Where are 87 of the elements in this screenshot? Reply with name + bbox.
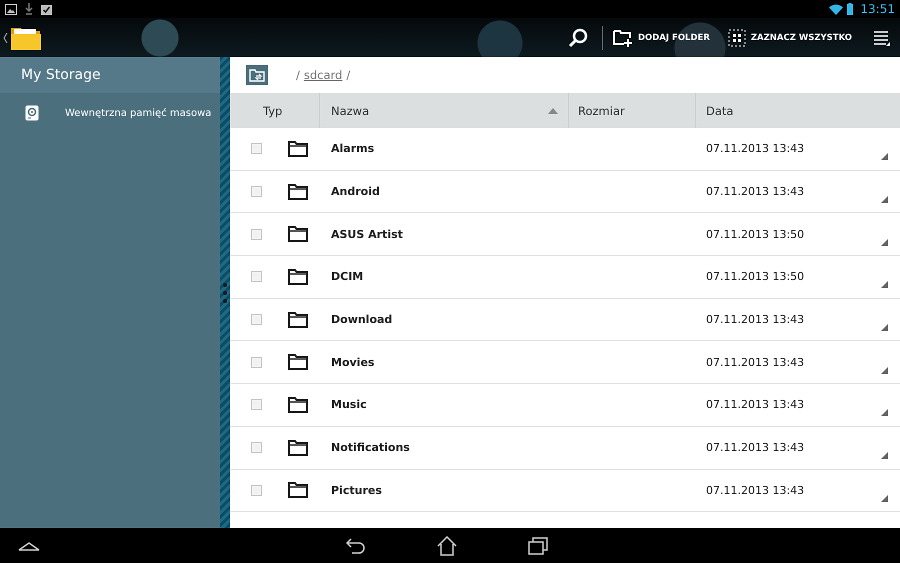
path-link[interactable]: sdcard	[304, 68, 342, 82]
file-date: 07.11.2013 13:43	[706, 313, 804, 326]
file-name: ASUS Artist	[331, 228, 403, 241]
checkbox[interactable]	[251, 484, 262, 496]
column-header[interactable]: Typ	[230, 93, 320, 128]
file-row[interactable]: Music 07.11.2013 13:43	[230, 384, 900, 427]
battery-icon	[847, 3, 854, 15]
column-header[interactable]: Data	[696, 93, 900, 128]
file-row[interactable]: DCIM 07.11.2013 13:50	[230, 256, 900, 299]
column-label: Typ	[263, 104, 282, 118]
parent-folder-button[interactable]	[246, 65, 268, 85]
search-icon	[568, 28, 588, 48]
corner-triangle-icon	[881, 324, 888, 332]
corner-triangle-icon	[881, 494, 888, 502]
file-name: Music	[331, 398, 367, 412]
folder-icon	[288, 354, 308, 370]
folder-icon	[288, 396, 308, 413]
path-separator: /	[296, 68, 300, 82]
clipboard-check-icon	[41, 3, 52, 15]
image-icon	[5, 4, 17, 14]
checkbox[interactable]	[251, 442, 262, 454]
file-name: Download	[331, 313, 392, 326]
file-date: 07.11.2013 13:43	[706, 185, 804, 198]
storage-item[interactable]: Wewnętrzna pamięć masowa	[0, 93, 220, 133]
file-row[interactable]: Movies 07.11.2013 13:43	[230, 341, 900, 384]
file-date: 07.11.2013 13:43	[706, 142, 804, 156]
column-header[interactable]: Nazwa	[320, 93, 569, 128]
corner-triangle-icon	[881, 409, 888, 416]
file-date: 07.11.2013 13:43	[706, 398, 804, 412]
chevron-up-icon	[18, 540, 40, 550]
corner-triangle-icon	[881, 366, 888, 374]
download-icon	[25, 3, 33, 15]
corner-triangle-icon	[881, 196, 888, 204]
file-date: 07.11.2013 13:50	[706, 228, 804, 241]
file-row[interactable]: ASUS Artist 07.11.2013 13:50	[230, 213, 900, 256]
file-date: 07.11.2013 13:43	[706, 484, 804, 497]
back-chevron-icon	[3, 32, 8, 42]
checkbox[interactable]	[251, 143, 262, 154]
checkbox[interactable]	[251, 356, 262, 368]
menu-icon	[874, 30, 890, 46]
corner-triangle-icon	[881, 153, 888, 160]
add-folder-button[interactable]: DODAJ FOLDER	[606, 18, 716, 57]
recent-apps-icon	[528, 536, 548, 554]
folder-icon	[288, 312, 308, 328]
folder-icon	[288, 268, 308, 285]
file-name: DCIM	[331, 270, 364, 284]
file-name: Movies	[331, 356, 374, 369]
sidebar-title: My Storage	[0, 57, 220, 93]
corner-triangle-icon	[881, 452, 888, 460]
select-all-button[interactable]: ZAZNACZ WSZYSTKO	[722, 18, 858, 57]
file-row[interactable]: Notifications 07.11.2013 13:43	[230, 426, 900, 470]
file-date: 07.11.2013 13:50	[706, 270, 804, 284]
corner-triangle-icon	[881, 281, 888, 288]
back-arrow-icon	[346, 538, 366, 554]
panel-resize-handle[interactable]	[220, 57, 230, 528]
file-name: Notifications	[331, 441, 410, 454]
folder-plus-icon	[612, 28, 633, 46]
column-label: Rozmiar	[578, 104, 625, 118]
clock-time: 13:51	[860, 2, 895, 16]
checkbox[interactable]	[251, 399, 262, 410]
file-row[interactable]: Alarms 07.11.2013 13:43	[230, 128, 900, 171]
folder-icon	[288, 184, 308, 200]
folder-icon	[288, 226, 308, 242]
column-header[interactable]: Rozmiar	[569, 93, 696, 128]
file-name: Alarms	[331, 142, 374, 156]
file-row[interactable]: Android 07.11.2013 13:43	[230, 170, 900, 214]
file-name: Android	[331, 185, 380, 198]
column-label: Data	[706, 104, 734, 118]
checkbox[interactable]	[251, 228, 262, 240]
file-row[interactable]: Pictures 07.11.2013 13:43	[230, 470, 900, 512]
checkbox[interactable]	[251, 271, 262, 282]
file-name: Pictures	[331, 484, 382, 497]
file-date: 07.11.2013 13:43	[706, 356, 804, 369]
column-label: Nazwa	[331, 104, 370, 118]
home-icon	[437, 536, 457, 556]
path-separator: /	[346, 68, 350, 82]
corner-triangle-icon	[881, 238, 888, 246]
checkbox[interactable]	[251, 186, 262, 198]
storage-icon	[25, 105, 39, 121]
select-grid-icon	[728, 28, 746, 46]
wifi-icon	[829, 4, 844, 14]
checkbox[interactable]	[251, 314, 262, 326]
file-date: 07.11.2013 13:43	[706, 441, 804, 454]
folder-icon	[288, 140, 308, 157]
folder-icon	[288, 482, 308, 498]
folder-icon	[288, 440, 308, 456]
file-row[interactable]: Download 07.11.2013 13:43	[230, 298, 900, 342]
